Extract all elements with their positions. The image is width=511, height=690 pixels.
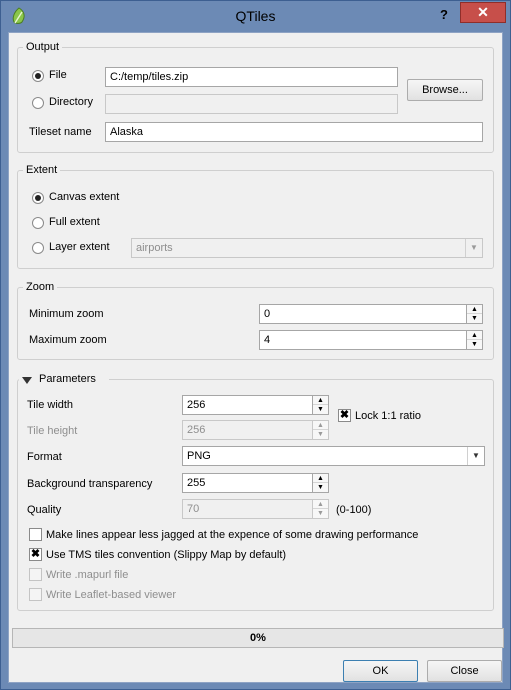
spin-up-icon[interactable]: ▲ bbox=[467, 305, 482, 314]
leaflet-checkbox[interactable] bbox=[29, 588, 42, 601]
dialog-body: Output File C:/temp/tiles.zip Directory … bbox=[8, 32, 504, 683]
ok-button[interactable]: OK bbox=[343, 660, 418, 682]
file-radio[interactable] bbox=[32, 70, 44, 82]
chevron-down-icon[interactable]: ▼ bbox=[467, 447, 484, 465]
layer-select-value: airports bbox=[136, 242, 173, 254]
spin-down-icon[interactable]: ▼ bbox=[467, 314, 482, 323]
background-transparency-label: Background transparency bbox=[27, 478, 153, 490]
progress-bar: 0% bbox=[12, 628, 504, 648]
chevron-down-icon[interactable]: ▼ bbox=[465, 239, 482, 257]
layer-extent-label[interactable]: Layer extent bbox=[49, 241, 110, 253]
directory-label[interactable]: Directory bbox=[49, 96, 93, 108]
lock-ratio-checkbox[interactable]: ✖ bbox=[338, 409, 351, 422]
canvas-extent-label[interactable]: Canvas extent bbox=[49, 191, 119, 203]
spin-down-icon[interactable]: ▼ bbox=[313, 483, 328, 492]
collapse-triangle-icon[interactable] bbox=[22, 377, 32, 384]
output-group-title: Output bbox=[23, 41, 63, 53]
spin-up-icon[interactable]: ▲ bbox=[313, 500, 328, 509]
background-transparency-value[interactable]: 255 bbox=[182, 473, 313, 493]
title-bar[interactable]: QTiles ? ✕ bbox=[1, 1, 510, 32]
antialias-label[interactable]: Make lines appear less jagged at the exp… bbox=[46, 529, 418, 541]
maximum-zoom-spinbox[interactable]: 4 ▲ ▼ bbox=[259, 330, 483, 350]
quality-range-label: (0-100) bbox=[336, 504, 372, 516]
tileset-name-label: Tileset name bbox=[29, 126, 92, 138]
layer-extent-radio[interactable] bbox=[32, 242, 44, 254]
zoom-group-title: Zoom bbox=[23, 281, 58, 293]
lock-ratio-label[interactable]: Lock 1:1 ratio bbox=[355, 410, 421, 422]
spin-up-icon[interactable]: ▲ bbox=[313, 421, 328, 430]
file-label[interactable]: File bbox=[49, 69, 67, 81]
antialias-checkbox[interactable] bbox=[29, 528, 42, 541]
quality-spinbox[interactable]: 70 ▲ ▼ bbox=[182, 499, 329, 519]
parameters-group-title[interactable]: Parameters bbox=[39, 373, 96, 385]
format-select-value: PNG bbox=[187, 450, 211, 462]
spin-down-icon[interactable]: ▼ bbox=[313, 430, 328, 439]
spin-up-icon[interactable]: ▲ bbox=[313, 474, 328, 483]
quality-value[interactable]: 70 bbox=[182, 499, 313, 519]
tile-height-spinbox[interactable]: 256 ▲ ▼ bbox=[182, 420, 329, 440]
browse-button[interactable]: Browse... bbox=[407, 79, 483, 101]
full-extent-label[interactable]: Full extent bbox=[49, 216, 100, 228]
tile-height-label: Tile height bbox=[27, 425, 78, 437]
tileset-name-input[interactable]: Alaska bbox=[105, 122, 483, 142]
directory-radio[interactable] bbox=[32, 97, 44, 109]
file-path-input[interactable]: C:/temp/tiles.zip bbox=[105, 67, 398, 87]
canvas-extent-radio[interactable] bbox=[32, 192, 44, 204]
spin-up-icon[interactable]: ▲ bbox=[313, 396, 328, 405]
quality-label: Quality bbox=[27, 504, 62, 516]
maximum-zoom-label: Maximum zoom bbox=[29, 334, 107, 346]
mapurl-label[interactable]: Write .mapurl file bbox=[46, 569, 128, 581]
format-label: Format bbox=[27, 451, 62, 463]
format-select[interactable]: PNG ▼ bbox=[182, 446, 485, 466]
maximum-zoom-value[interactable]: 4 bbox=[259, 330, 467, 350]
tile-width-value[interactable]: 256 bbox=[182, 395, 313, 415]
directory-path-input[interactable] bbox=[105, 94, 398, 114]
progress-text: 0% bbox=[250, 632, 266, 644]
tms-checkbox[interactable]: ✖ bbox=[29, 548, 42, 561]
leaflet-label[interactable]: Write Leaflet-based viewer bbox=[46, 589, 176, 601]
full-extent-radio[interactable] bbox=[32, 217, 44, 229]
tile-height-value[interactable]: 256 bbox=[182, 420, 313, 440]
spin-up-icon[interactable]: ▲ bbox=[467, 331, 482, 340]
qtiles-dialog: QTiles ? ✕ Output File C:/temp/tiles.zip… bbox=[0, 0, 511, 690]
tile-width-label: Tile width bbox=[27, 399, 74, 411]
spin-down-icon[interactable]: ▼ bbox=[313, 509, 328, 518]
minimum-zoom-label: Minimum zoom bbox=[29, 308, 104, 320]
layer-select[interactable]: airports ▼ bbox=[131, 238, 483, 258]
mapurl-checkbox[interactable] bbox=[29, 568, 42, 581]
minimum-zoom-value[interactable]: 0 bbox=[259, 304, 467, 324]
help-button[interactable]: ? bbox=[434, 5, 454, 25]
close-button[interactable]: Close bbox=[427, 660, 502, 682]
extent-group-title: Extent bbox=[23, 164, 61, 176]
minimum-zoom-spinbox[interactable]: 0 ▲ ▼ bbox=[259, 304, 483, 324]
window-close-button[interactable]: ✕ bbox=[460, 2, 506, 23]
parameters-group-header[interactable]: Parameters bbox=[19, 373, 109, 387]
tms-label[interactable]: Use TMS tiles convention (Slippy Map by … bbox=[46, 549, 286, 561]
spin-down-icon[interactable]: ▼ bbox=[313, 405, 328, 414]
tile-width-spinbox[interactable]: 256 ▲ ▼ bbox=[182, 395, 329, 415]
spin-down-icon[interactable]: ▼ bbox=[467, 340, 482, 349]
background-transparency-spinbox[interactable]: 255 ▲ ▼ bbox=[182, 473, 329, 493]
